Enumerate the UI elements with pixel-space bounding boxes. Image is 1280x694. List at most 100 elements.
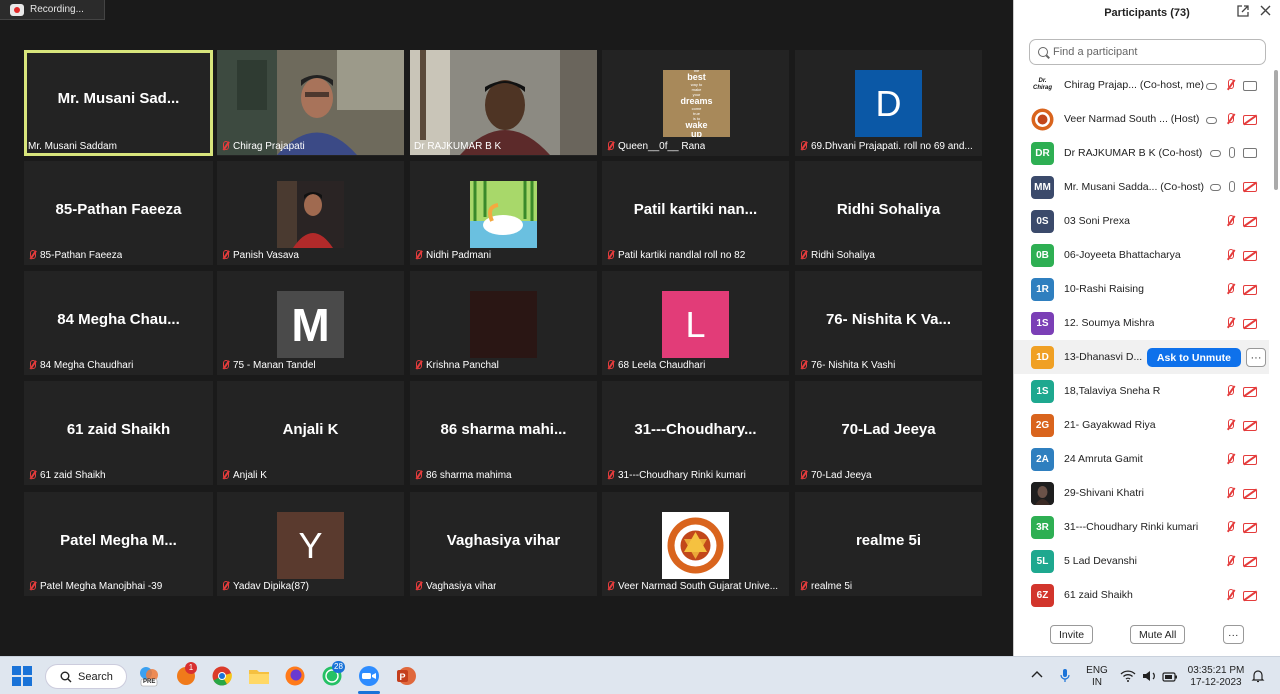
mic-muted-icon[interactable] (1225, 589, 1235, 601)
participant-row[interactable]: 5L 5 Lad Devanshi (1014, 544, 1269, 578)
camera-off-icon[interactable] (1243, 488, 1257, 499)
video-tile[interactable]: Krishna Panchal (410, 271, 597, 375)
participant-row[interactable]: Dr. Chirag Chirag Prajap... (Co-host, me) (1014, 68, 1269, 102)
camera-off-icon[interactable] (1243, 182, 1257, 192)
video-tile[interactable]: Y Yadav Dipika(87) (217, 492, 404, 596)
chevron-up-icon[interactable] (1030, 668, 1044, 682)
participant-row[interactable]: 1S 12. Soumya Mishra (1014, 306, 1269, 340)
participant-row[interactable]: MM Mr. Musani Sadda... (Co-host) (1014, 170, 1269, 204)
camera-off-icon[interactable] (1243, 522, 1257, 533)
invite-button[interactable]: Invite (1050, 625, 1094, 644)
camera-off-icon[interactable] (1243, 590, 1257, 601)
participant-row[interactable]: Veer Narmad South ... (Host) (1014, 102, 1269, 136)
search-input[interactable] (1053, 46, 1253, 58)
ask-to-unmute-button[interactable]: Ask to Unmute (1146, 348, 1241, 367)
video-tile[interactable]: the best way to make your dreams come true is to… (602, 50, 789, 156)
video-tile[interactable]: D 69.Dhvani Prajapati. roll no 69 and... (795, 50, 982, 156)
video-tile[interactable]: Dr RAJKUMAR B K (410, 50, 597, 156)
camera-off-icon[interactable] (1243, 114, 1257, 125)
video-tile[interactable]: 31---Choudhary... 31---Choudhary Rinki ku… (602, 381, 789, 485)
video-tile[interactable]: Nidhi Padmani (410, 161, 597, 265)
video-tile[interactable]: M 75 - Manan Tandel (217, 271, 404, 375)
powerpoint-icon[interactable]: P (395, 665, 417, 687)
camera-icon[interactable] (1243, 148, 1257, 158)
mic-muted-icon[interactable] (1225, 385, 1235, 397)
whatsapp-icon[interactable]: 28 (321, 661, 345, 687)
participant-row[interactable]: DR Dr RAJKUMAR B K (Co-host) (1014, 136, 1269, 170)
video-tile[interactable]: realme 5i realme 5i (795, 492, 982, 596)
zoom-icon[interactable] (358, 665, 380, 687)
mic-muted-icon[interactable] (1225, 79, 1235, 91)
mic-icon[interactable] (1229, 147, 1235, 158)
video-tile[interactable]: Panish Vasava (217, 161, 404, 265)
camera-off-icon[interactable] (1243, 386, 1257, 397)
mic-muted-icon[interactable] (1225, 249, 1235, 261)
camera-off-icon[interactable] (1243, 318, 1257, 329)
participant-row[interactable]: 0S 03 Soni Prexa (1014, 204, 1269, 238)
video-tile[interactable]: Mr. Musani Sad... Mr. Musani Saddam (24, 50, 213, 156)
recording-indicator[interactable]: Recording... (0, 0, 105, 20)
more-options-button[interactable]: ··· (1223, 625, 1244, 644)
video-tile[interactable]: 70-Lad Jeeya 70-Lad Jeeya (795, 381, 982, 485)
mic-muted-icon[interactable] (1225, 453, 1235, 465)
participant-row[interactable]: 2G 21- Gayakwad Riya (1014, 408, 1269, 442)
participant-row[interactable]: 29-Shivani Khatri (1014, 476, 1269, 510)
participant-row[interactable]: 0B 06-Joyeeta Bhattacharya (1014, 238, 1269, 272)
camera-off-icon[interactable] (1243, 556, 1257, 567)
start-icon[interactable] (11, 665, 33, 687)
language-indicator[interactable]: ENG IN (1085, 665, 1109, 689)
volume-icon[interactable] (1142, 669, 1158, 683)
participant-search[interactable] (1029, 39, 1266, 65)
mic-muted-icon[interactable] (1225, 521, 1235, 533)
firefox-icon[interactable] (284, 665, 306, 687)
camera-off-icon[interactable] (1243, 284, 1257, 295)
video-tile[interactable]: Anjali K Anjali K (217, 381, 404, 485)
video-tile[interactable]: Chirag Prajapati (217, 50, 404, 156)
video-tile[interactable]: 85-Pathan Faeeza 85-Pathan Faeeza (24, 161, 213, 265)
mic-muted-icon[interactable] (1225, 283, 1235, 295)
video-tile[interactable]: Patil kartiki nan... Patil kartiki nandla… (602, 161, 789, 265)
video-tile[interactable]: 76- Nishita K Va... 76- Nishita K Vashi (795, 271, 982, 375)
participant-row[interactable]: 2A 24 Amruta Gamit (1014, 442, 1269, 476)
mic-muted-icon[interactable] (1225, 113, 1235, 125)
mic-muted-icon[interactable] (1225, 215, 1235, 227)
taskbar-search[interactable]: Search (45, 664, 127, 689)
participant-row[interactable]: 1R 10-Rashi Raising (1014, 272, 1269, 306)
participant-row[interactable]: 6Z 61 zaid Shaikh (1014, 578, 1269, 612)
mic-muted-icon[interactable] (1225, 555, 1235, 567)
notification-bell-icon[interactable] (1251, 669, 1265, 683)
video-tile[interactable]: 61 zaid Shaikh 61 zaid Shaikh (24, 381, 213, 485)
video-tile[interactable]: Vaghasiya vihar Vaghasiya vihar (410, 492, 597, 596)
file-explorer-icon[interactable] (248, 665, 270, 687)
camera-off-icon[interactable] (1243, 216, 1257, 227)
mic-icon[interactable] (1229, 181, 1235, 192)
camera-off-icon[interactable] (1243, 454, 1257, 465)
video-tile[interactable]: Patel Megha M... Patel Megha Manojbhai -3… (24, 492, 213, 596)
mute-all-button[interactable]: Mute All (1130, 625, 1186, 644)
participant-scrollbar[interactable] (1272, 68, 1280, 608)
participant-row[interactable]: 1S 18,Talaviya Sneha R (1014, 374, 1269, 408)
popout-icon[interactable] (1236, 5, 1250, 19)
camera-icon[interactable] (1243, 80, 1257, 91)
video-tile[interactable]: 84 Megha Chau... 84 Megha Chaudhari (24, 271, 213, 375)
mic-muted-icon[interactable] (1225, 487, 1235, 499)
participant-row[interactable]: 3R 31---Choudhary Rinki kumari (1014, 510, 1269, 544)
clock[interactable]: 03:35:21 PM 17-12-2023 (1185, 665, 1247, 689)
microphone-icon[interactable] (1058, 668, 1072, 684)
close-icon[interactable] (1258, 5, 1272, 19)
video-tile[interactable]: Veer Narmad South Gujarat Unive... (602, 492, 789, 596)
chrome-icon[interactable] (211, 665, 233, 687)
camera-off-icon[interactable] (1243, 250, 1257, 261)
app-orange-icon[interactable]: 1 (175, 662, 197, 687)
video-tile[interactable]: 86 sharma mahi... 86 sharma mahima (410, 381, 597, 485)
battery-icon[interactable] (1162, 670, 1178, 682)
video-tile[interactable]: Ridhi Sohaliya Ridhi Sohaliya (795, 161, 982, 265)
video-tile[interactable]: L 68 Leela Chaudhari (602, 271, 789, 375)
wifi-icon[interactable] (1120, 669, 1136, 683)
participant-row[interactable]: 1D 13-Dhanasvi D... Ask to Unmute ··· (1014, 340, 1269, 374)
participant-more-button[interactable]: ··· (1246, 348, 1266, 367)
mic-muted-icon[interactable] (1225, 419, 1235, 431)
camera-off-icon[interactable] (1243, 420, 1257, 431)
widgets-icon[interactable]: PRE (138, 665, 160, 687)
mic-muted-icon[interactable] (1225, 317, 1235, 329)
